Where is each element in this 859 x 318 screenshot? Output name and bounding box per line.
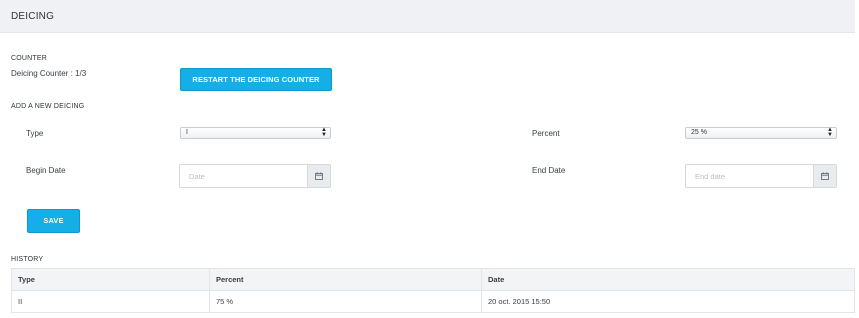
type-select[interactable]: I ▲ ▼ xyxy=(180,127,331,139)
history-cell-date: 20 oct. 2015 15:50 xyxy=(481,290,855,313)
table-header-row: Type Percent Date xyxy=(11,268,855,291)
end-date-placeholder: End date xyxy=(695,172,726,181)
page-header: DEICING xyxy=(0,0,855,33)
type-label: Type xyxy=(26,129,44,138)
end-date-label: End Date xyxy=(532,166,566,175)
page-title: DEICING xyxy=(11,11,55,22)
calendar-icon[interactable] xyxy=(813,165,836,187)
add-deicing-section-label: ADD A NEW DEICING xyxy=(11,103,85,110)
end-date-field[interactable]: End date xyxy=(685,164,837,188)
calendar-icon[interactable] xyxy=(307,165,330,187)
restart-counter-button[interactable]: RESTART THE DEICING COUNTER xyxy=(180,68,332,91)
type-select-value: I xyxy=(186,129,188,136)
updown-arrows-icon: ▲ ▼ xyxy=(321,127,327,138)
table-row: II 75 % 20 oct. 2015 15:50 xyxy=(11,290,855,313)
history-table: Type Percent Date II 75 % 20 oct. 2015 1… xyxy=(11,268,855,313)
column-header-type: Type xyxy=(11,268,210,291)
save-button[interactable]: SAVE xyxy=(27,209,80,233)
column-header-percent: Percent xyxy=(209,268,482,291)
history-cell-type: II xyxy=(11,290,210,313)
begin-date-label: Begin Date xyxy=(26,166,66,175)
history-section-label: HISTORY xyxy=(11,256,44,263)
begin-date-placeholder: Date xyxy=(189,172,205,181)
history-cell-percent: 75 % xyxy=(209,290,482,313)
percent-select-value: 25 % xyxy=(691,129,707,136)
deicing-counter-text: Deicing Counter : 1/3 xyxy=(11,69,87,78)
percent-label: Percent xyxy=(532,129,560,138)
percent-select[interactable]: 25 % ▲ ▼ xyxy=(685,127,837,139)
column-header-date: Date xyxy=(481,268,855,291)
begin-date-field[interactable]: Date xyxy=(179,164,331,188)
counter-section-label: COUNTER xyxy=(11,55,48,62)
updown-arrows-icon: ▲ ▼ xyxy=(827,127,833,138)
